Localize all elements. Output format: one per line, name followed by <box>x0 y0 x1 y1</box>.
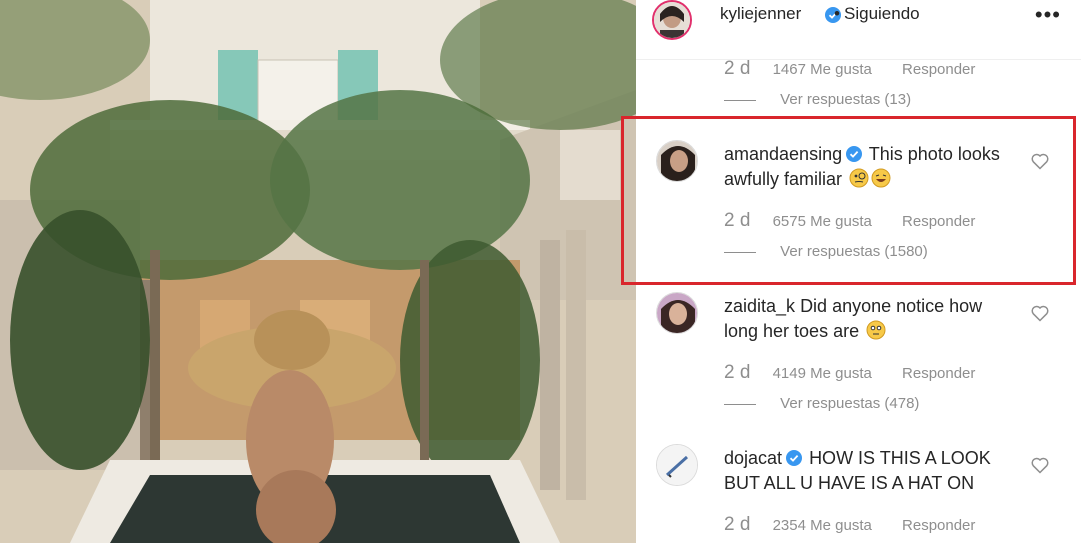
like-heart-icon[interactable] <box>1030 455 1050 475</box>
comment-body: dojacat HOW IS THIS A LOOK BUT ALL U HAV… <box>724 446 1014 496</box>
verified-badge-icon <box>846 146 863 162</box>
comment-username[interactable]: amandaensing <box>724 144 842 164</box>
replies-line <box>724 403 756 405</box>
commenter-avatar[interactable] <box>656 444 698 486</box>
reply-button[interactable]: Responder <box>902 517 975 534</box>
monocle-face-emoji-icon <box>849 168 869 188</box>
replies-line <box>724 99 756 101</box>
header-separator: • <box>834 4 840 23</box>
commenter-avatar[interactable] <box>656 292 698 334</box>
comment-meta: 2 d 6575 Me gusta Responder <box>724 210 975 232</box>
avatar-image <box>654 2 690 38</box>
comment-time[interactable]: 2 d <box>724 362 750 384</box>
comment-likes[interactable]: 2354 Me gusta <box>773 517 872 534</box>
reply-button[interactable]: Responder <box>902 61 975 78</box>
verified-badge-icon <box>786 450 803 466</box>
comment-time[interactable]: 2 d <box>724 514 750 536</box>
courtyard-scene <box>0 0 636 543</box>
comment-meta: 2 d 1467 Me gusta Responder <box>724 58 975 80</box>
comment-likes[interactable]: 4149 Me gusta <box>773 365 872 382</box>
comment-username[interactable]: dojacat <box>724 448 782 468</box>
avatar-image <box>657 293 697 333</box>
comment-likes[interactable]: 6575 Me gusta <box>773 213 872 230</box>
post-header: kyliejenner • Siguiendo ••• <box>636 0 1081 60</box>
comment-body: zaidita_k Did anyone notice how long her… <box>724 294 1014 344</box>
avatar-image <box>657 141 697 181</box>
view-replies[interactable]: Ver respuestas (478) <box>724 395 919 412</box>
view-replies-label[interactable]: Ver respuestas (478) <box>780 395 919 412</box>
laughing-face-emoji-icon <box>871 168 891 188</box>
comment-body: amandaensing This photo looks awfully fa… <box>724 142 1014 192</box>
replies-line <box>724 251 756 253</box>
comment-username[interactable]: zaidita_k <box>724 296 795 316</box>
view-replies[interactable]: Ver respuestas (1580) <box>724 243 928 260</box>
reply-button[interactable]: Responder <box>902 365 975 382</box>
view-replies[interactable]: Ver respuestas (13) <box>724 91 911 108</box>
follow-status-button[interactable]: Siguiendo <box>844 4 920 24</box>
avatar-image <box>657 445 697 485</box>
like-heart-icon[interactable] <box>1030 151 1050 171</box>
author-username[interactable]: kyliejenner <box>720 4 801 24</box>
author-avatar[interactable] <box>652 0 692 40</box>
post-photo[interactable] <box>0 0 636 543</box>
view-replies-label[interactable]: Ver respuestas (13) <box>780 91 911 108</box>
comment-meta: 2 d 2354 Me gusta Responder <box>724 514 975 536</box>
reply-button[interactable]: Responder <box>902 213 975 230</box>
comment-time[interactable]: 2 d <box>724 58 750 80</box>
comment-time[interactable]: 2 d <box>724 210 750 232</box>
comment-likes[interactable]: 1467 Me gusta <box>773 61 872 78</box>
comments-panel: kyliejenner • Siguiendo ••• 2 d 1467 Me … <box>636 0 1081 543</box>
commenter-avatar[interactable] <box>656 140 698 182</box>
flushed-face-emoji-icon <box>866 320 886 340</box>
view-replies-label[interactable]: Ver respuestas (1580) <box>780 243 928 260</box>
comment-meta: 2 d 4149 Me gusta Responder <box>724 362 975 384</box>
more-options-icon[interactable]: ••• <box>1035 2 1061 28</box>
like-heart-icon[interactable] <box>1030 303 1050 323</box>
